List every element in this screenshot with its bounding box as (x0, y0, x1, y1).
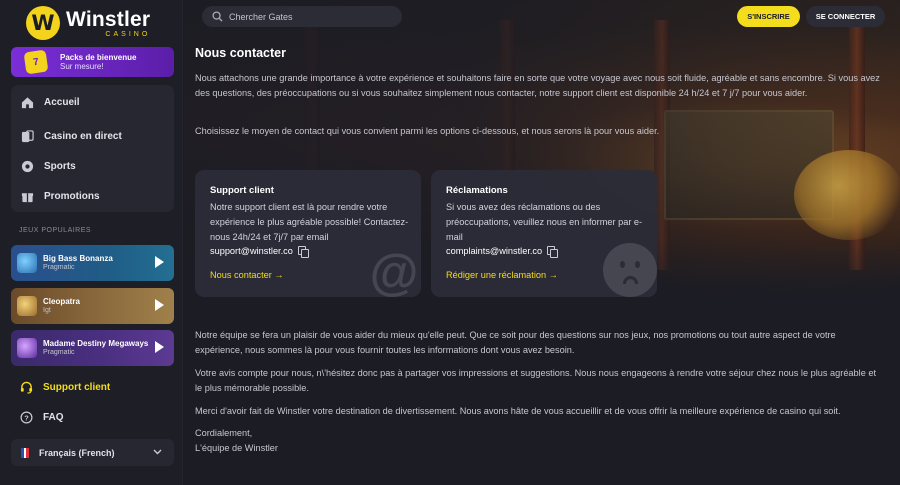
page-title: Nous contacter (195, 46, 286, 60)
promo-title: Packs de bienvenue (60, 52, 137, 62)
ball-icon (20, 159, 34, 173)
welcome-packs-banner[interactable]: 7 Packs de bienvenue Sur mesure! (11, 47, 174, 77)
play-icon[interactable] (155, 299, 164, 311)
nav-item-live-casino[interactable]: Casino en direct (20, 126, 122, 146)
search-input[interactable] (229, 11, 389, 22)
faq-link-label: FAQ (43, 411, 64, 423)
game-provider: Pragmatic (43, 348, 75, 356)
cards-icon (20, 129, 34, 143)
support-card: @ Support client Notre support client es… (195, 170, 421, 297)
game-tile-madame-destiny-megaways[interactable]: Madame Destiny Megaways Pragmatic (11, 330, 174, 366)
nav-item-label: Casino en direct (44, 130, 122, 142)
game-provider: Pragmatic (43, 263, 75, 271)
nav-item-label: Accueil (44, 96, 80, 108)
card-description: Si vous avez des réclamations ou des pré… (446, 202, 643, 242)
home-icon (20, 95, 34, 109)
headset-icon (20, 381, 33, 394)
copy-icon[interactable] (547, 246, 559, 258)
nav-item-sports[interactable]: Sports (20, 156, 76, 176)
sidebar: W Winstler CASINO 7 Packs de bienvenue S… (0, 0, 183, 485)
login-button[interactable]: SE CONNECTER (806, 6, 885, 27)
game-tile-big-bass-bonanza[interactable]: Big Bass Bonanza Pragmatic (11, 245, 174, 281)
main-content: S'INSCRIRE SE CONNECTER Nous contacter N… (184, 0, 900, 485)
logo-subtitle: CASINO (105, 30, 151, 38)
game-tile-cleopatra[interactable]: Cleopatra Igt (11, 288, 174, 324)
sidebar-item-faq[interactable]: ? FAQ (20, 409, 64, 425)
main-nav: Accueil Casino en direct Sports Promotio… (11, 85, 174, 212)
choose-paragraph: Choisissez le moyen de contact qui vous … (195, 126, 660, 136)
logo-mark: W (26, 6, 60, 40)
game-title: Madame Destiny Megaways (43, 338, 149, 348)
card-title: Support client (210, 185, 274, 196)
game-title: Big Bass Bonanza (43, 253, 113, 263)
logo[interactable]: W Winstler CASINO (26, 5, 166, 41)
language-label: Français (French) (39, 447, 115, 458)
play-icon[interactable] (155, 341, 164, 353)
slot-seven-icon: 7 (23, 49, 49, 75)
nav-item-home[interactable]: Accueil (20, 92, 80, 112)
team-paragraph: Notre équipe se fera un plaisir de vous … (195, 330, 836, 355)
logo-name: Winstler (66, 7, 151, 31)
search-bar[interactable] (202, 6, 402, 27)
signature-text: L'équipe de Winstler (195, 443, 278, 453)
card-title: Réclamations (446, 185, 508, 196)
nav-item-promotions[interactable]: Promotions (20, 186, 100, 206)
question-icon: ? (20, 411, 33, 424)
sidebar-item-support[interactable]: Support client (20, 379, 110, 395)
card-description: Notre support client est là pour rendre … (210, 202, 409, 242)
support-link-label: Support client (43, 381, 111, 393)
search-icon (212, 11, 223, 22)
language-selector[interactable]: Français (French) (11, 439, 174, 466)
contact-us-link[interactable]: Nous contacter → (210, 270, 284, 280)
complaints-email: complaints@winstler.co (446, 246, 559, 258)
support-email: support@winstler.co (210, 246, 309, 258)
write-complaint-link[interactable]: Rédiger une réclamation → (446, 270, 558, 280)
sad-face-icon (603, 243, 657, 297)
flag-fr-icon (21, 447, 30, 458)
game-title: Cleopatra (43, 296, 80, 306)
intro-paragraph: Nous attachons une grande importance à v… (195, 73, 880, 98)
email-text: complaints@winstler.co (446, 246, 543, 256)
at-sign-icon: @ (369, 244, 419, 297)
game-provider: Igt (43, 306, 51, 314)
nav-item-label: Sports (44, 160, 76, 172)
svg-text:?: ? (24, 413, 29, 422)
thanks-paragraph: Merci d'avoir fait de Winstler votre des… (195, 406, 841, 416)
game-thumbnail (17, 338, 37, 358)
copy-icon[interactable] (297, 246, 309, 258)
promo-subtitle: Sur mesure! (60, 62, 104, 71)
gift-icon (20, 189, 34, 203)
signup-button[interactable]: S'INSCRIRE (737, 6, 800, 27)
feedback-paragraph: Votre avis compte pour nous, n\'hésitez … (195, 368, 877, 393)
closing-text: Cordialement, (195, 428, 253, 438)
play-icon[interactable] (155, 256, 164, 268)
email-text: support@winstler.co (210, 246, 293, 256)
nav-item-label: Promotions (44, 190, 100, 202)
chevron-down-icon (153, 447, 162, 457)
popular-games-heading: JEUX POPULAIRES (19, 227, 92, 234)
game-thumbnail (17, 253, 37, 273)
complaints-card: Réclamations Si vous avez des réclamatio… (431, 170, 657, 297)
game-thumbnail (17, 296, 37, 316)
